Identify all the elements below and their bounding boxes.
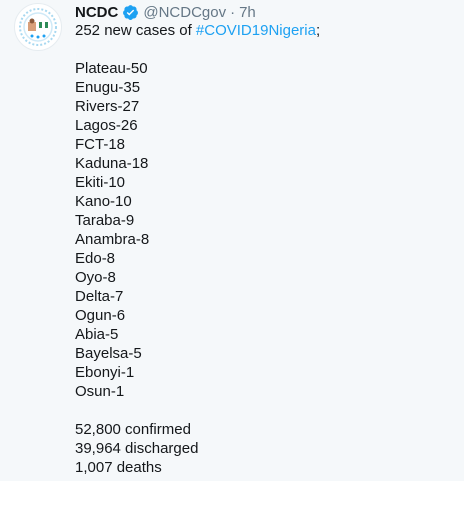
- confirmed-total: 52,800 confirmed: [75, 421, 191, 438]
- author-name[interactable]: NCDC: [75, 4, 118, 21]
- state-case-line: Ebonyi-1: [75, 364, 135, 381]
- author-handle[interactable]: @NCDCgov: [143, 4, 226, 21]
- state-case-line: Edo-8: [75, 250, 116, 267]
- state-case-line: FCT-18: [75, 136, 126, 153]
- state-case-line: Delta-7: [75, 288, 124, 305]
- ncdc-logo-icon: [16, 5, 60, 49]
- ncdc-logo-avatar[interactable]: [14, 3, 62, 51]
- state-case-line: Taraba-9: [75, 212, 135, 229]
- state-case-line: Rivers-27: [75, 98, 140, 115]
- tweet-intro: 252 new cases of #COVID19Nigeria;: [75, 21, 455, 40]
- state-case-line: Anambra-8: [75, 231, 150, 248]
- intro-end: ;: [315, 22, 321, 39]
- intro-text: 252 new cases of: [75, 22, 196, 39]
- state-case-line: Kano-10: [75, 193, 132, 210]
- state-case-line: Plateau-50: [75, 60, 148, 77]
- state-case-line: Enugu-35: [75, 79, 141, 96]
- tweet-header: NCDC @NCDCgov · 7h: [75, 2, 256, 22]
- state-case-line: Kaduna-18: [75, 155, 149, 172]
- totals-summary: 52,800 confirmed 39,964 discharged 1,007…: [75, 420, 455, 477]
- tweet-text: 252 new cases of #COVID19Nigeria; Platea…: [75, 21, 455, 477]
- feed-gap: [0, 481, 464, 512]
- state-case-line: Bayelsa-5: [75, 345, 142, 362]
- header-separator: ·: [230, 3, 236, 21]
- state-case-line: Lagos-26: [75, 117, 138, 134]
- state-case-list: Plateau-50 Enugu-35 Rivers-27 Lagos-26 F…: [75, 59, 455, 401]
- deaths-total: 1,007 deaths: [75, 459, 162, 476]
- state-case-line: Ekiti-10: [75, 174, 126, 191]
- state-case-line: Osun-1: [75, 383, 125, 400]
- tweet-timestamp[interactable]: 7h: [239, 4, 256, 21]
- tweet-card[interactable]: NCDC @NCDCgov · 7h 252 new cases of #COV…: [0, 0, 464, 481]
- verified-badge-icon: [122, 4, 139, 21]
- state-case-line: Abia-5: [75, 326, 119, 343]
- state-case-line: Oyo-8: [75, 269, 116, 286]
- hashtag-link[interactable]: #COVID19Nigeria: [196, 22, 316, 39]
- state-case-line: Ogun-6: [75, 307, 126, 324]
- discharged-total: 39,964 discharged: [75, 440, 199, 457]
